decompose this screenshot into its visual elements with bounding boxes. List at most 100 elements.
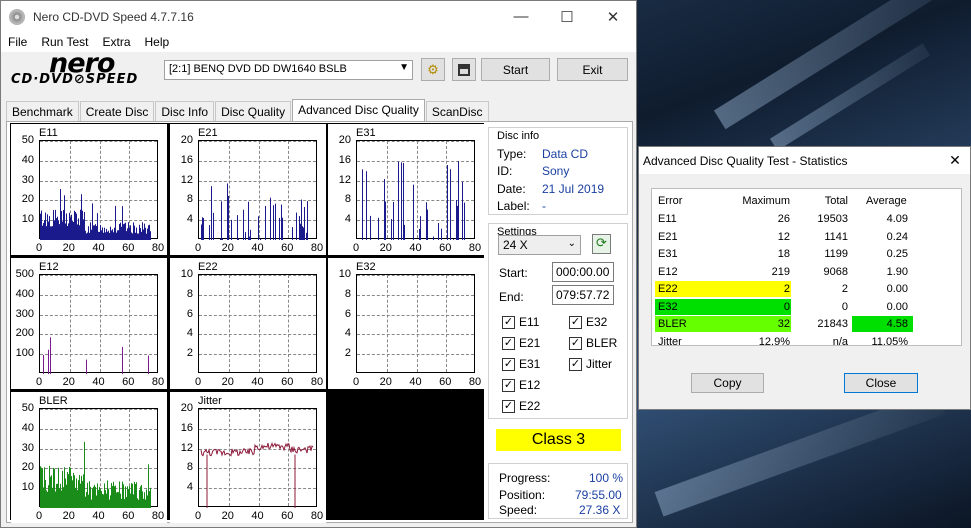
y-tick-label: 16 <box>180 153 193 166</box>
label-value: - <box>542 199 546 213</box>
tab-advanced-disc-quality[interactable]: Advanced Disc Quality <box>292 99 425 121</box>
checkbox-e22[interactable]: ✓ E22 <box>502 399 540 413</box>
stats-cell-max: 0 <box>783 300 790 313</box>
checkmark-icon: ✓ <box>502 378 515 392</box>
bar <box>120 493 121 508</box>
bar <box>441 228 442 240</box>
plot-area <box>198 274 317 373</box>
checkbox-bler[interactable]: ✓ BLER <box>569 336 617 350</box>
bar <box>150 487 151 508</box>
bar <box>121 226 122 240</box>
bar <box>127 228 128 240</box>
close-button[interactable]: ✕ <box>590 1 636 32</box>
bar <box>150 231 151 240</box>
checkbox-e32[interactable]: ✓ E32 <box>569 315 607 329</box>
start-input[interactable]: 000:00.00 <box>552 262 614 282</box>
bar <box>273 205 274 240</box>
menu-run-test[interactable]: Run Test <box>34 35 95 49</box>
bar <box>42 468 43 508</box>
statistics-close-icon[interactable]: ✕ <box>940 152 970 169</box>
minimize-button[interactable]: — <box>498 1 544 32</box>
graph-title: BLER <box>39 395 68 407</box>
disc-info-title: Disc info <box>497 130 540 142</box>
bar <box>138 499 139 508</box>
bar <box>108 488 109 508</box>
checkmark-icon: ✓ <box>502 315 515 329</box>
bar <box>438 223 439 240</box>
x-tick-label: 0 <box>35 510 43 522</box>
y-tick-label: 12 <box>180 441 193 454</box>
bar <box>306 232 307 240</box>
bar <box>112 229 113 240</box>
bar <box>123 484 124 508</box>
x-tick-label: 60 <box>439 242 452 254</box>
bar <box>86 491 87 508</box>
bar <box>63 487 64 508</box>
bar <box>136 227 137 240</box>
tab-disc-info[interactable]: Disc Info <box>155 101 215 121</box>
bar <box>48 221 49 240</box>
tab-create-disc[interactable]: Create Disc <box>79 101 155 121</box>
checkbox-e31[interactable]: ✓ E31 <box>502 357 540 371</box>
bar <box>137 498 138 508</box>
bar <box>40 466 41 508</box>
tab-scandisc[interactable]: ScanDisc <box>425 101 489 121</box>
bar <box>72 480 73 508</box>
bar <box>97 213 98 240</box>
bar <box>40 213 41 240</box>
checkbox-jitter[interactable]: ✓ Jitter <box>569 357 612 371</box>
bar <box>53 210 54 240</box>
menu-file[interactable]: File <box>1 35 34 49</box>
maximize-button[interactable]: ☐ <box>544 1 590 32</box>
bar <box>65 478 66 508</box>
copy-button[interactable]: Copy <box>691 373 764 393</box>
graph-series <box>362 161 465 240</box>
menu-extra[interactable]: Extra <box>95 35 137 49</box>
bar <box>47 214 48 240</box>
end-input[interactable]: 079:57.72 <box>552 285 614 305</box>
tab-bar: Benchmark Create Disc Disc Info Disc Qua… <box>6 99 490 121</box>
tab-benchmark[interactable]: Benchmark <box>6 101 79 121</box>
bar <box>108 230 109 240</box>
bar <box>101 491 102 508</box>
tab-disc-quality[interactable]: Disc Quality <box>215 101 292 121</box>
stats-close-button[interactable]: Close <box>844 373 918 393</box>
x-tick-label: 0 <box>352 242 360 254</box>
bar <box>393 201 394 240</box>
y-tick-label: 500 <box>15 268 34 280</box>
checkbox-e11[interactable]: ✓ E11 <box>502 315 539 329</box>
bar <box>243 209 244 240</box>
y-tick-label: 8 <box>186 193 193 206</box>
save-button[interactable] <box>452 58 476 81</box>
checkbox-e12[interactable]: ✓ E12 <box>502 378 540 392</box>
bar <box>102 493 103 508</box>
stats-cell-name: BLER <box>658 318 687 330</box>
bar <box>249 236 250 240</box>
bar <box>90 222 91 240</box>
bar <box>104 227 105 240</box>
checkbox-e32-label: E32 <box>586 315 608 329</box>
drive-select[interactable]: [2:1] BENQ DVD DD DW1640 BSLB ▼ <box>164 60 413 80</box>
checkbox-e21[interactable]: ✓ E21 <box>502 336 540 350</box>
menu-help[interactable]: Help <box>138 35 177 49</box>
exit-button[interactable]: Exit <box>557 58 628 81</box>
bar <box>70 217 71 240</box>
bar <box>48 485 49 508</box>
bar <box>86 233 87 240</box>
jitter-line <box>200 441 314 457</box>
bar <box>80 209 81 240</box>
speed-select[interactable]: 24 X ⌄ <box>498 235 581 255</box>
stats-cell-avg: 1.90 <box>886 265 908 278</box>
stats-cell-avg: 11.05% <box>871 335 909 348</box>
graph-series <box>40 441 151 508</box>
statistics-title: Advanced Disc Quality Test - Statistics <box>643 153 848 168</box>
refresh-button[interactable]: ⟳ <box>592 234 611 254</box>
x-tick-label: 60 <box>281 510 294 522</box>
bar <box>87 482 88 508</box>
drive-options-button[interactable]: ⚙ <box>421 58 445 81</box>
stats-cell-avg: 0.00 <box>886 283 908 295</box>
stats-cell-name: E11 <box>658 213 677 225</box>
start-button[interactable]: Start <box>481 58 550 81</box>
bar <box>67 471 68 508</box>
bar <box>419 228 420 240</box>
